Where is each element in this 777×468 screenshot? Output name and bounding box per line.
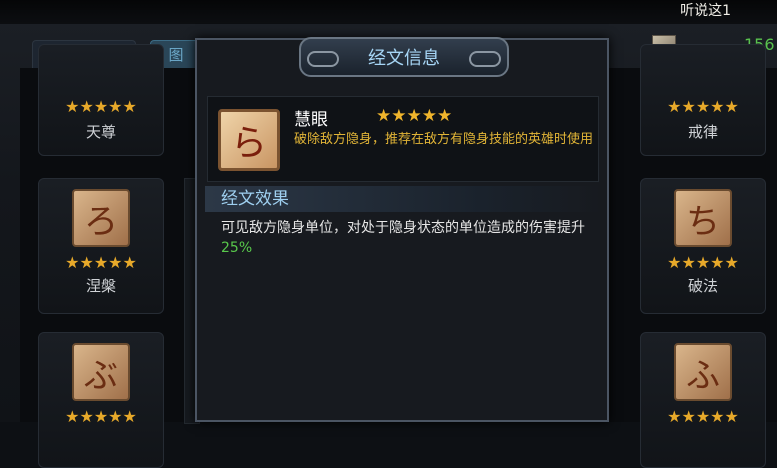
- modal-title: 经文信息: [368, 48, 440, 69]
- card-name: 破法: [687, 277, 718, 295]
- card-stars: ★★★★★: [667, 407, 739, 426]
- card-stars: ★★★★★: [65, 97, 137, 116]
- sutra-card-tianzun[interactable]: ★★★★★ 天尊: [38, 44, 164, 156]
- sutra-icon: ろ: [72, 189, 130, 247]
- effect-heading: 经文效果: [205, 186, 601, 212]
- sutra-name: 慧眼: [294, 110, 328, 130]
- ornament-left-icon: [307, 51, 339, 67]
- card-stars: ★★★★★: [667, 253, 739, 272]
- card-stars: ★★★★★: [65, 253, 137, 272]
- sutra-card-third-left[interactable]: ぶ ★★★★★: [38, 332, 164, 468]
- sutra-stars: ★★★★★: [376, 106, 453, 126]
- effect-text: 可见敌方隐身单位，对处于隐身状态的单位造成的伤害提升: [221, 220, 585, 236]
- sutra-card-pofa[interactable]: ち ★★★★★ 破法: [640, 178, 766, 314]
- effect-percent: 25%: [221, 240, 253, 256]
- sutra-icon: ち: [674, 189, 732, 247]
- sutra-info-modal: 经文信息 ら 慧眼 ★★★★★ 破除敌方隐身，推荐在敌方有隐身技能的英雄时使用 …: [195, 37, 609, 422]
- sutra-icon: ふ: [674, 343, 732, 401]
- sutra-icon: ぶ: [72, 343, 130, 401]
- player-name: 听说这1: [680, 3, 731, 19]
- card-stars: ★★★★★: [65, 407, 137, 426]
- top-bar: 听说这1: [0, 0, 777, 24]
- effect-description: 可见敌方隐身单位，对处于隐身状态的单位造成的伤害提升 25%: [221, 218, 597, 258]
- sutra-description: 破除敌方隐身，推荐在敌方有隐身技能的英雄时使用: [294, 132, 594, 147]
- sutra-card-jielv[interactable]: ★★★★★ 戒律: [640, 44, 766, 156]
- sutra-card-third-right[interactable]: ふ ★★★★★: [640, 332, 766, 468]
- card-name: 戒律: [687, 123, 718, 141]
- ornament-right-icon: [469, 51, 501, 67]
- card-name: 涅槃: [85, 277, 116, 295]
- modal-title-plate: 经文信息: [299, 37, 509, 77]
- sutra-card-niepan[interactable]: ろ ★★★★★ 涅槃: [38, 178, 164, 314]
- card-name: 天尊: [85, 123, 116, 141]
- sutra-eye-icon: ら: [218, 109, 280, 171]
- card-stars: ★★★★★: [667, 97, 739, 116]
- sutra-info-box: ら 慧眼 ★★★★★ 破除敌方隐身，推荐在敌方有隐身技能的英雄时使用: [207, 96, 599, 182]
